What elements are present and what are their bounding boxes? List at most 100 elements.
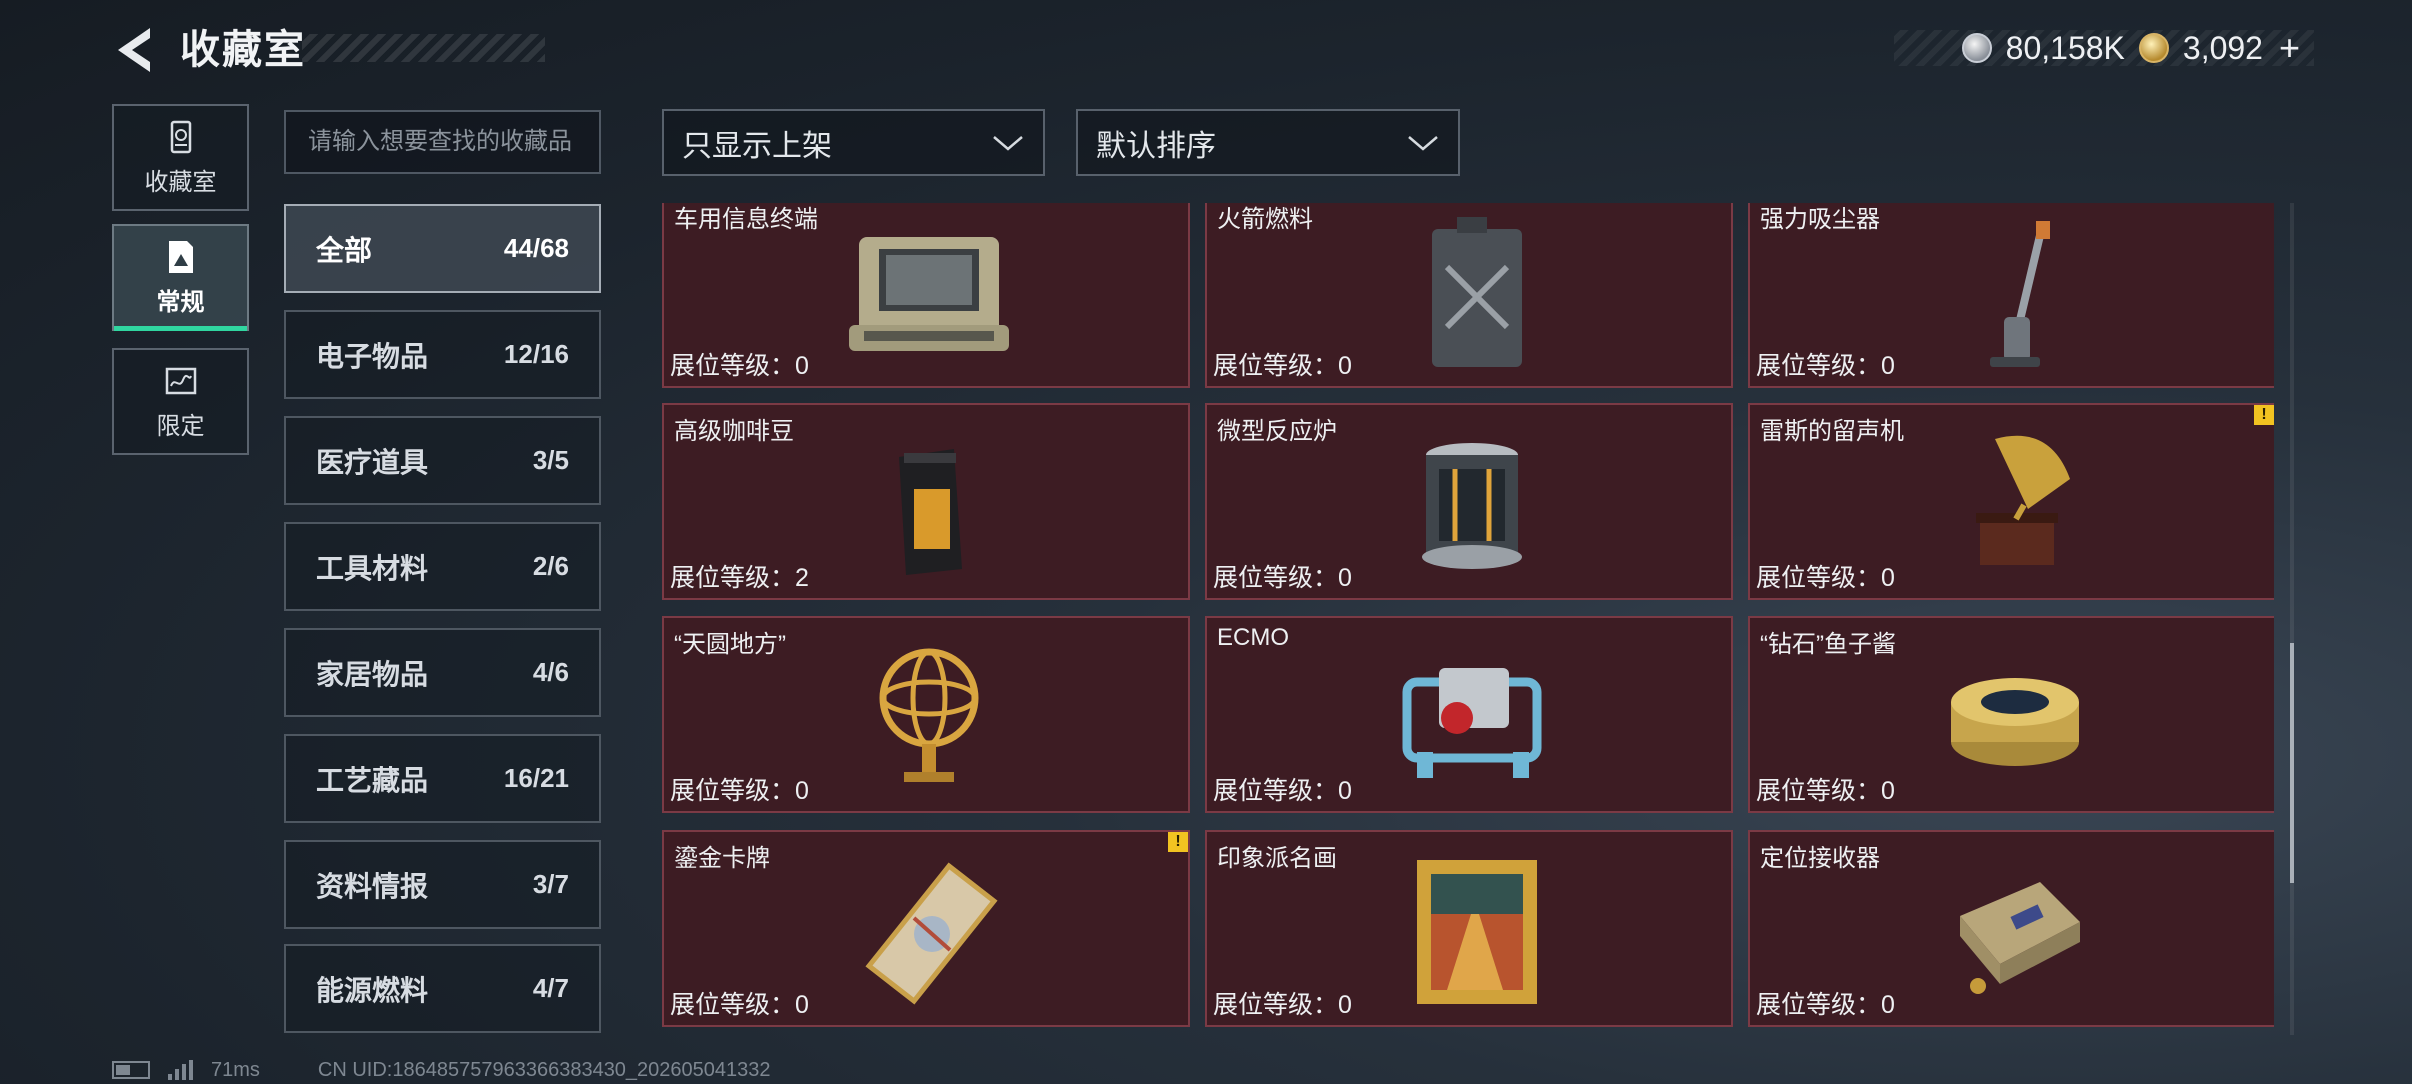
- category-name: 家居物品: [316, 658, 429, 690]
- fuel-canister-icon: [1377, 207, 1567, 377]
- grid-scrollbar[interactable]: [2290, 203, 2294, 1035]
- item-name: 定位接收器: [1760, 845, 1880, 872]
- booth-level: 展位等级：0: [1756, 352, 1895, 380]
- booth-level: 展位等级：0: [1213, 564, 1352, 592]
- booth-level: 展位等级：0: [1213, 352, 1352, 380]
- category-name: 医疗道具: [316, 446, 429, 478]
- active-indicator: [114, 326, 247, 331]
- collectible-card[interactable]: 强力吸尘器 展位等级：0: [1748, 203, 2274, 388]
- collectible-card[interactable]: “钻石”鱼子酱 展位等级：0: [1748, 616, 2274, 813]
- currency-bar: 80,158K 3,092 +: [1894, 27, 2314, 69]
- shelf-filter-dropdown[interactable]: 只显示上架: [662, 109, 1045, 176]
- item-name: “钻石”鱼子酱: [1760, 631, 1896, 658]
- item-name: 微型反应炉: [1217, 418, 1337, 445]
- category-name: 全部: [316, 234, 373, 266]
- booth-level: 展位等级：0: [670, 352, 809, 380]
- item-name: 印象派名画: [1217, 845, 1337, 872]
- collectible-card[interactable]: 火箭燃料 展位等级：0: [1205, 203, 1733, 388]
- item-name: “天圆地方”: [674, 631, 786, 658]
- collectible-card[interactable]: 印象派名画 展位等级：0: [1205, 830, 1733, 1027]
- category-home[interactable]: 家居物品 4/6: [284, 628, 601, 717]
- trash-bin-icon: [170, 120, 191, 154]
- category-count: 12/16: [503, 339, 569, 369]
- chevron-down-icon: [1408, 135, 1438, 151]
- category-count: 4/7: [532, 973, 569, 1003]
- battery-icon: [112, 1061, 150, 1079]
- category-name: 工艺藏品: [316, 764, 429, 796]
- coffee-bag-icon: [834, 419, 1024, 589]
- status-footer: 71ms CN UID:186485757963366383430_202605…: [112, 1058, 771, 1082]
- armillary-sphere-icon: [834, 632, 1024, 802]
- tab-label: 限定: [156, 413, 205, 440]
- scrollbar-thumb[interactable]: [2290, 643, 2294, 883]
- item-name: 鎏金卡牌: [674, 845, 770, 872]
- collectible-grid: 车用信息终端 展位等级：0 火箭燃料 展位等级：0 强力吸尘器 展位等级：0 高…: [660, 203, 2274, 1035]
- category-intel[interactable]: 资料情报 3/7: [284, 840, 601, 929]
- item-name: 雷斯的留声机: [1760, 418, 1904, 445]
- category-crafts[interactable]: 工艺藏品 16/21: [284, 734, 601, 823]
- sort-dropdown[interactable]: 默认排序: [1076, 109, 1460, 176]
- category-name: 能源燃料: [316, 974, 429, 1006]
- search-input[interactable]: [284, 110, 601, 174]
- title-decoration: [302, 34, 545, 62]
- category-count: 3/7: [532, 869, 569, 899]
- warning-badge: !: [2254, 405, 2274, 425]
- dropdown-value: 只显示上架: [682, 129, 832, 163]
- rugged-laptop-icon: [834, 207, 1024, 377]
- item-name: 火箭燃料: [1217, 206, 1313, 233]
- collectible-card[interactable]: ECMO 展位等级：0: [1205, 616, 1733, 813]
- ecmo-machine-icon: [1377, 632, 1567, 802]
- reactor-icon: [1377, 419, 1567, 589]
- dropdown-value: 默认排序: [1096, 129, 1216, 163]
- tab-regular[interactable]: 常规: [112, 224, 249, 331]
- tab-limited[interactable]: 限定: [112, 348, 249, 455]
- chevron-down-icon: [993, 135, 1023, 151]
- collectible-card[interactable]: 定位接收器 展位等级：0: [1748, 830, 2274, 1027]
- gramophone-icon: [1920, 419, 2110, 589]
- category-all[interactable]: 全部 44/68: [284, 204, 601, 293]
- collectible-card[interactable]: 高级咖啡豆 展位等级：2: [662, 403, 1190, 600]
- title-bar: 收藏室: [180, 22, 545, 72]
- category-energy[interactable]: 能源燃料 4/7: [284, 944, 601, 1033]
- booth-level: 展位等级：0: [1213, 777, 1352, 805]
- category-medical[interactable]: 医疗道具 3/5: [284, 416, 601, 505]
- item-name: 强力吸尘器: [1760, 206, 1880, 233]
- back-button[interactable]: [112, 24, 160, 76]
- ping-value: 71ms: [211, 1058, 260, 1081]
- framed-painting-icon: [1377, 846, 1567, 1016]
- booth-level: 展位等级：0: [670, 991, 809, 1019]
- collectible-card[interactable]: 雷斯的留声机 ! 展位等级：0: [1748, 403, 2274, 600]
- silver-coin-icon: [1961, 33, 1992, 63]
- collectible-card[interactable]: 鎏金卡牌 ! 展位等级：0: [662, 830, 1190, 1027]
- receiver-module-icon: [1920, 846, 2110, 1016]
- add-currency-button[interactable]: +: [2279, 27, 2300, 69]
- collectible-card[interactable]: 微型反应炉 展位等级：0: [1205, 403, 1733, 600]
- booth-level: 展位等级：2: [670, 564, 809, 592]
- category-name: 工具材料: [316, 552, 429, 584]
- item-name: 车用信息终端: [674, 206, 818, 233]
- silver-amount: 80,158K: [2005, 29, 2125, 66]
- booth-level: 展位等级：0: [1756, 991, 1895, 1019]
- booth-level: 展位等级：0: [670, 777, 809, 805]
- booth-level: 展位等级：0: [1756, 564, 1895, 592]
- gilded-card-icon: [834, 846, 1024, 1016]
- gold-coin-icon: [2138, 33, 2169, 63]
- booth-level: 展位等级：0: [1213, 991, 1352, 1019]
- back-arrow-icon: [118, 28, 150, 72]
- tab-label: 收藏室: [144, 169, 217, 196]
- tab-label: 常规: [156, 289, 205, 316]
- category-count: 16/21: [503, 763, 569, 793]
- category-electronics[interactable]: 电子物品 12/16: [284, 310, 601, 399]
- caviar-tin-icon: [1920, 632, 2110, 802]
- collectible-card[interactable]: “天圆地方” 展位等级：0: [662, 616, 1190, 813]
- category-count: 4/6: [532, 657, 569, 687]
- category-count: 3/5: [532, 445, 569, 475]
- item-name: ECMO: [1217, 624, 1289, 651]
- category-tools[interactable]: 工具材料 2/6: [284, 522, 601, 611]
- collectible-card[interactable]: 车用信息终端 展位等级：0: [662, 203, 1190, 388]
- booth-level: 展位等级：0: [1756, 777, 1895, 805]
- page-title: 收藏室: [180, 28, 306, 72]
- tab-collection-room[interactable]: 收藏室: [112, 104, 249, 211]
- category-name: 资料情报: [316, 870, 429, 902]
- category-count: 44/68: [503, 233, 569, 263]
